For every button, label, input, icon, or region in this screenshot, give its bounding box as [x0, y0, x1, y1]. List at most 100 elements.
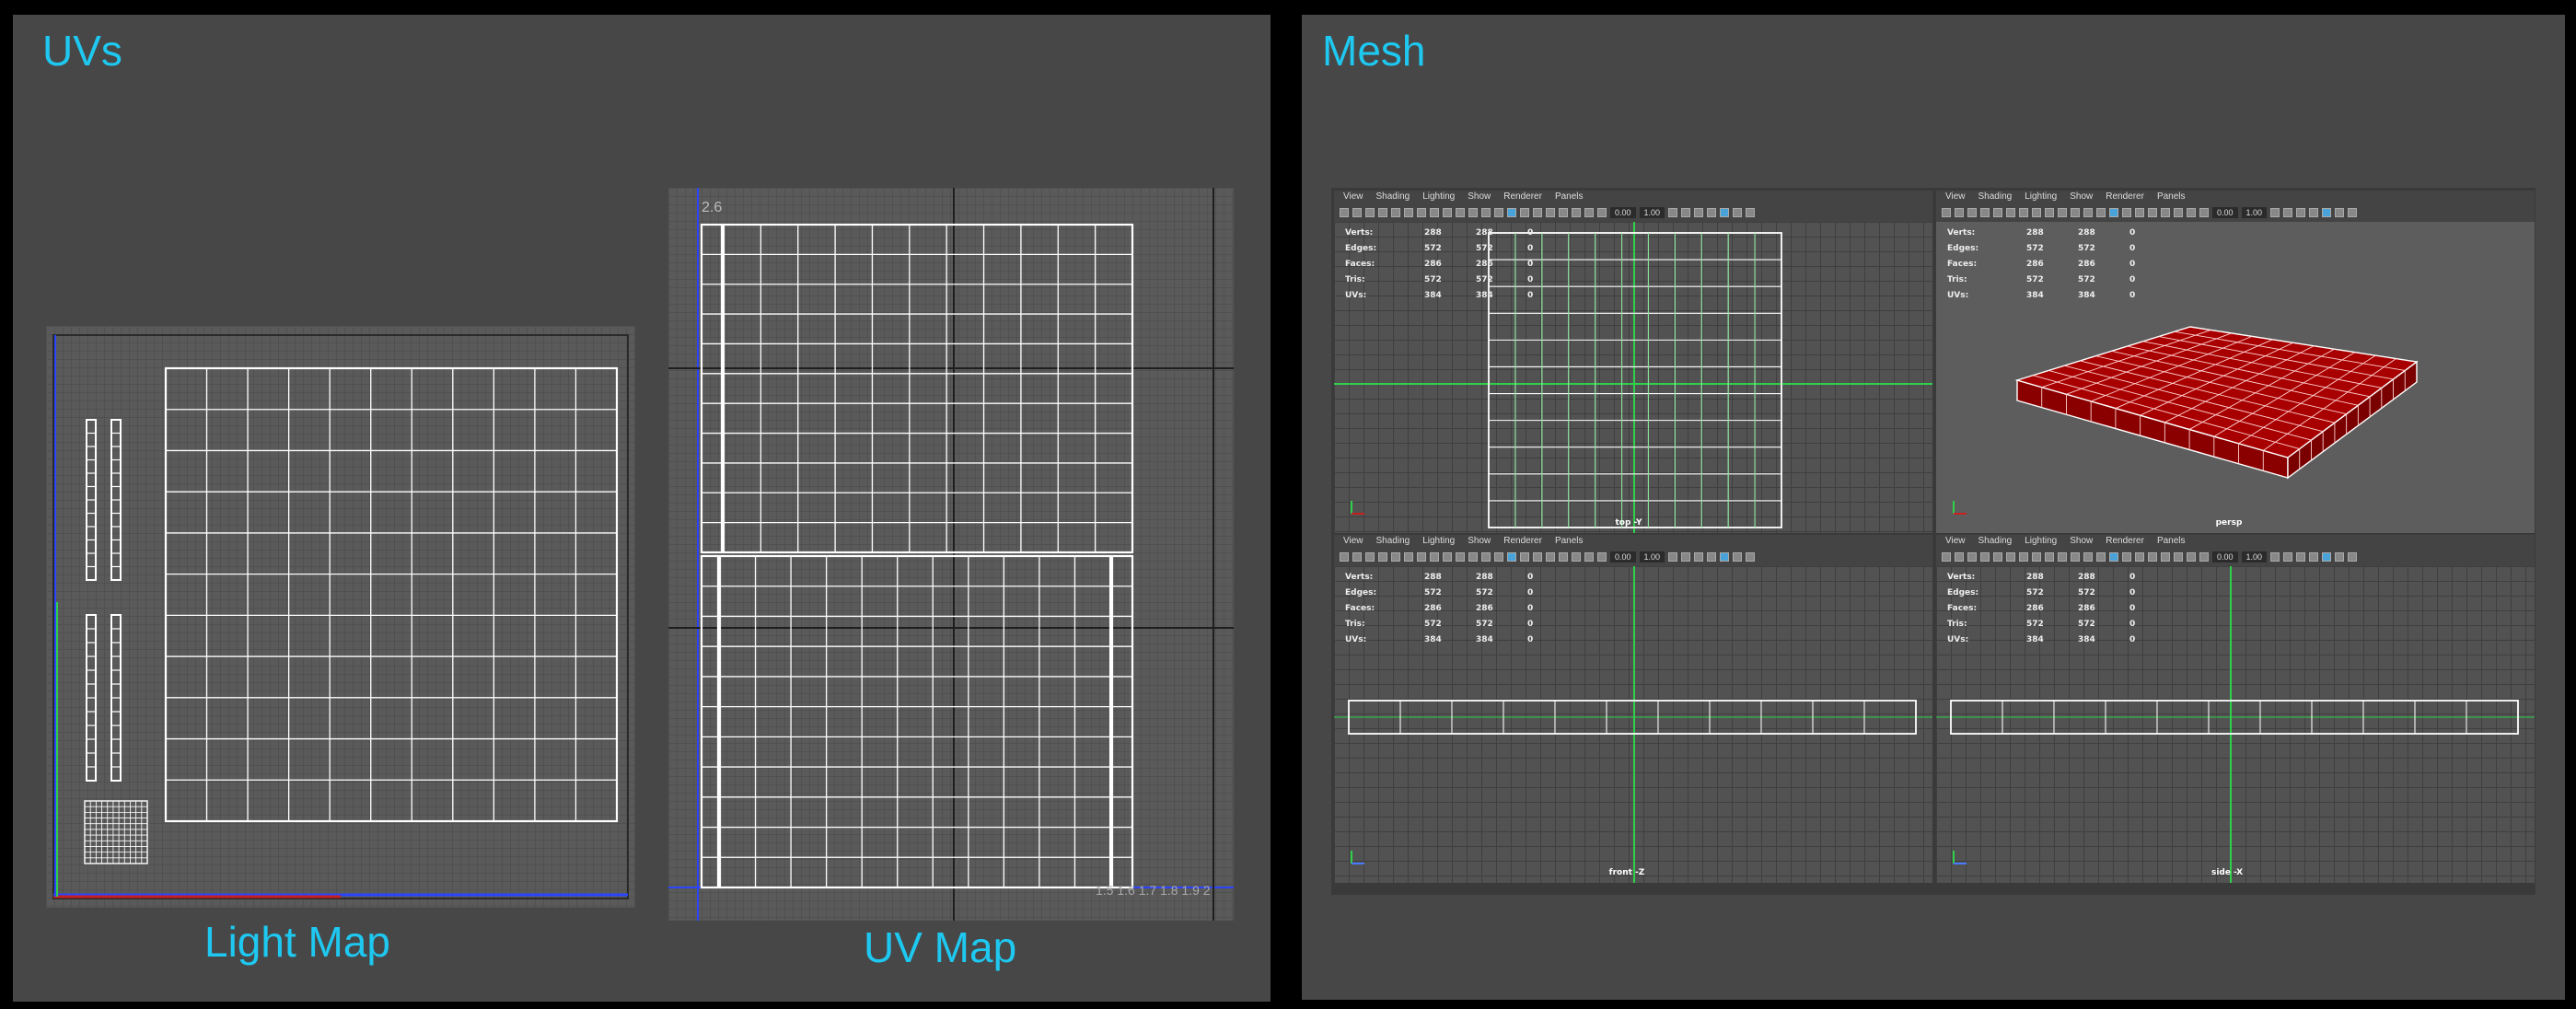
- uvs-panel: UVs Light Map 2.6 1.5 1.6 1.7 1.8 1.9 2 …: [13, 15, 1271, 1002]
- hud-value: 286: [2078, 260, 2095, 269]
- hud-value: 0: [1527, 275, 1534, 284]
- hud-value: 572: [1476, 620, 1493, 629]
- hud-label: Verts:: [1345, 573, 1374, 582]
- hud-value: 288: [1424, 228, 1442, 238]
- hud-value: 0: [2129, 620, 2136, 629]
- hud-value: 384: [1476, 635, 1493, 644]
- hud-row: Verts: 288 288 0: [1345, 570, 1579, 586]
- viewport-side[interactable]: View Shading Lighting Show Renderer Pane…: [1935, 534, 2535, 884]
- hud-label: Edges:: [1947, 588, 1979, 597]
- hud-value: 288: [1424, 573, 1442, 582]
- hud-value: 384: [2026, 635, 2044, 644]
- hud-value: 384: [2078, 635, 2095, 644]
- hud-label: Verts:: [1947, 228, 1976, 238]
- hud-value: 572: [2026, 620, 2044, 629]
- hud-value: 0: [2129, 275, 2136, 284]
- uv-map-side-strip: [700, 223, 724, 554]
- uv-map-side-strip: [1110, 554, 1134, 889]
- light-map-uv-layout: [52, 334, 629, 899]
- slab-top-face: [2014, 326, 2419, 458]
- axis-indicator-icon: [1953, 501, 1967, 515]
- axis-indicator-icon: [1351, 851, 1364, 864]
- hud-row: Verts: 288 288 0: [1947, 570, 2181, 586]
- uv-map-uv-layout: 2.6 1.5 1.6 1.7 1.8 1.9 2: [668, 188, 1234, 921]
- uv-map-top-shell: [722, 223, 1134, 554]
- hud-value: 0: [2129, 244, 2136, 253]
- poly-count-hud: Verts: 288 288 0 Edges: 572 572 0 Faces: 286 286 0 T…: [1947, 570, 2181, 648]
- axis-indicator-icon: [1953, 851, 1967, 864]
- hud-label: UVs:: [1947, 291, 1969, 300]
- viewport-front[interactable]: View Shading Lighting Show Renderer Pane…: [1333, 534, 1933, 884]
- hud-row: Faces: 286 286 0: [1345, 257, 1579, 273]
- hud-label: Faces:: [1947, 260, 1978, 269]
- hud-value: 572: [1424, 588, 1442, 597]
- viewport-camera-label: side -X: [2210, 868, 2244, 877]
- hud-value: 0: [1527, 228, 1534, 238]
- light-map-editor[interactable]: [46, 326, 635, 908]
- hud-value: 288: [2026, 228, 2044, 238]
- hud-value: 572: [1424, 275, 1442, 284]
- hud-value: 0: [1527, 573, 1534, 582]
- hud-value: 0: [1527, 260, 1534, 269]
- hud-label: Edges:: [1345, 588, 1377, 597]
- hud-value: 288: [2078, 573, 2095, 582]
- hud-row: Faces: 286 286 0: [1947, 601, 2181, 617]
- hud-value: 572: [2026, 275, 2044, 284]
- hud-value: 286: [1476, 260, 1493, 269]
- hud-row: Tris: 572 572 0: [1345, 273, 1579, 288]
- hud-row: Edges: 572 572 0: [1345, 241, 1579, 257]
- hud-label: Faces:: [1345, 260, 1375, 269]
- hud-value: 288: [2026, 573, 2044, 582]
- hud-row: UVs: 384 384 0: [1947, 288, 2181, 304]
- mesh-panel: Mesh View Shading Lighting Show Renderer…: [1302, 15, 2565, 1000]
- light-map-caption: Light Map: [204, 918, 391, 966]
- hud-value: 0: [2129, 588, 2136, 597]
- hud-label: UVs:: [1947, 635, 1969, 644]
- poly-count-hud: Verts: 288 288 0 Edges: 572 572 0 Faces: 286 286 0 T…: [1345, 226, 1579, 304]
- hud-value: 0: [2129, 260, 2136, 269]
- hud-label: UVs:: [1345, 635, 1367, 644]
- hud-value: 0: [1527, 604, 1534, 613]
- hud-value: 572: [2078, 275, 2095, 284]
- mesh-panel-title: Mesh: [1322, 27, 1426, 75]
- hud-value: 572: [2078, 244, 2095, 253]
- hud-value: 286: [1476, 604, 1493, 613]
- viewport-persp[interactable]: View Shading Lighting Show Renderer Pane…: [1935, 190, 2535, 534]
- viewport-camera-label: front -Z: [1608, 868, 1645, 877]
- hud-value: 0: [2129, 604, 2136, 613]
- hud-row: Tris: 572 572 0: [1947, 617, 2181, 632]
- uv-map-editor[interactable]: 2.6 1.5 1.6 1.7 1.8 1.9 2: [668, 188, 1234, 921]
- hud-row: UVs: 384 384 0: [1345, 288, 1579, 304]
- uv-top-label: 2.6: [702, 200, 722, 215]
- hud-value: 572: [1424, 244, 1442, 253]
- hud-row: Faces: 286 286 0: [1345, 601, 1579, 617]
- hud-value: 384: [1476, 291, 1493, 300]
- hud-value: 572: [1476, 275, 1493, 284]
- hud-value: 288: [1476, 228, 1493, 238]
- hud-value: 572: [2078, 620, 2095, 629]
- hud-value: 572: [2026, 244, 2044, 253]
- hud-label: UVs:: [1345, 291, 1367, 300]
- viewport-camera-label: top -Y: [1615, 518, 1642, 528]
- uv-map-caption: UV Map: [864, 923, 1017, 971]
- light-map-main-shell: [164, 366, 619, 823]
- hud-row: Edges: 572 572 0: [1947, 241, 2181, 257]
- hud-value: 288: [2078, 228, 2095, 238]
- hud-row: Faces: 286 286 0: [1947, 257, 2181, 273]
- hud-label: Faces:: [1947, 604, 1978, 613]
- hud-value: 572: [2078, 588, 2095, 597]
- uv-map-bottom-shell: [718, 554, 1112, 889]
- light-map-cap-shell: [84, 800, 148, 864]
- viewport-layout: View Shading Lighting Show Renderer Pane…: [1331, 188, 2535, 895]
- hud-value: 286: [2078, 604, 2095, 613]
- hud-value: 384: [2078, 291, 2095, 300]
- hud-value: 286: [1424, 604, 1442, 613]
- hud-label: Tris:: [1947, 620, 1967, 629]
- poly-count-hud: Verts: 288 288 0 Edges: 572 572 0 Faces: 286 286 0 T…: [1345, 570, 1579, 648]
- hud-value: 288: [1476, 573, 1493, 582]
- viewport-top[interactable]: View Shading Lighting Show Renderer Pane…: [1333, 190, 1933, 534]
- uv-map-side-strip: [700, 554, 720, 889]
- hud-row: Edges: 572 572 0: [1345, 586, 1579, 601]
- hud-value: 0: [1527, 244, 1534, 253]
- axis-indicator-icon: [1351, 501, 1364, 515]
